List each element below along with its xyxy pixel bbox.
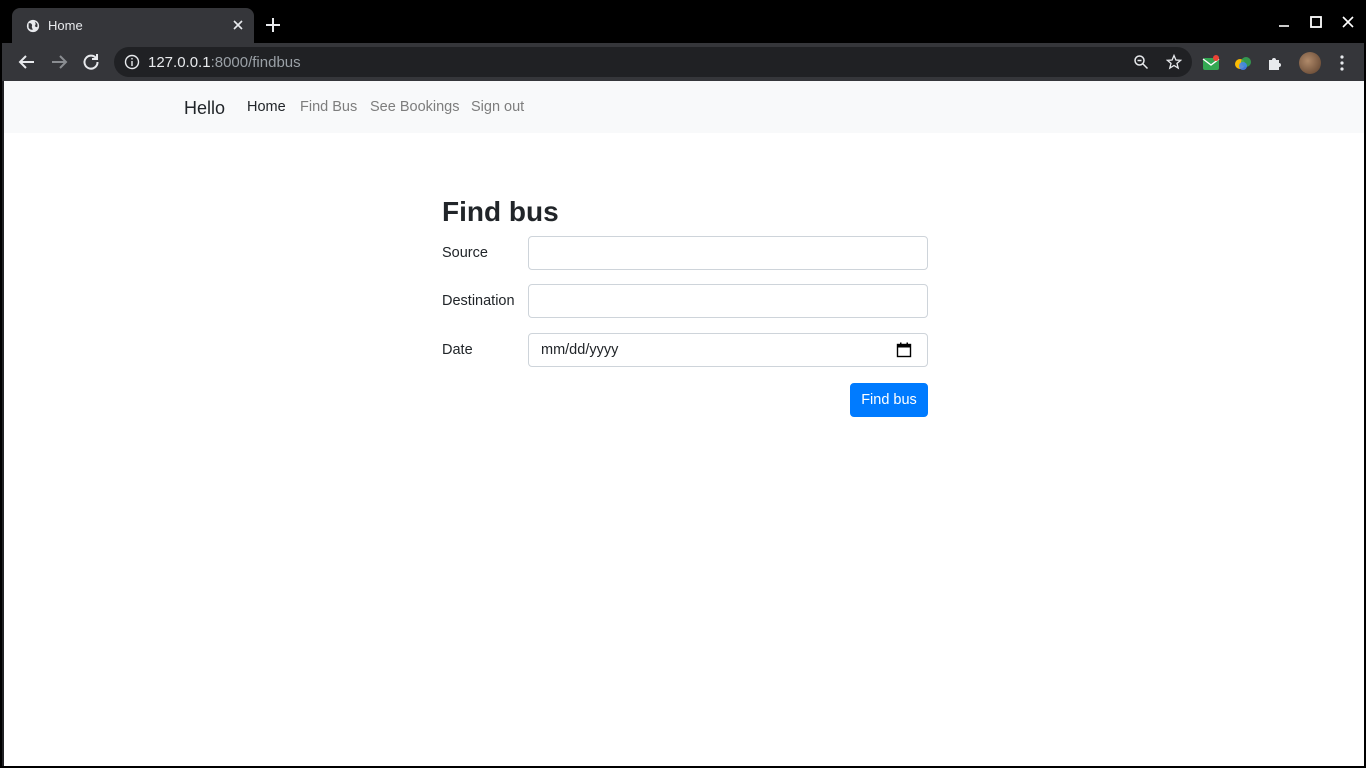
browser-tab[interactable]: Home xyxy=(12,8,254,44)
destination-label: Destination xyxy=(442,293,515,309)
maximize-icon[interactable] xyxy=(1308,14,1324,30)
back-arrow-icon[interactable] xyxy=(18,53,36,71)
close-tab-icon[interactable] xyxy=(230,17,246,33)
address-bar[interactable]: 127.0.0.1:8000/findbus xyxy=(114,47,1192,77)
close-window-icon[interactable] xyxy=(1340,14,1356,30)
profile-avatar[interactable] xyxy=(1299,52,1321,74)
browser-toolbar: 127.0.0.1:8000/findbus xyxy=(2,43,1364,81)
nav-link-sign-out[interactable]: Sign out xyxy=(471,99,524,115)
tab-title: Home xyxy=(48,18,83,33)
globe-icon xyxy=(26,19,40,33)
date-placeholder: mm/dd/yyyy xyxy=(541,342,619,358)
site-navbar: Hello Home Find Bus See Bookings Sign ou… xyxy=(4,81,1364,133)
extension-color-icon[interactable] xyxy=(1234,54,1252,72)
url-text: 127.0.0.1:8000/findbus xyxy=(148,54,301,71)
extension-mail-icon[interactable] xyxy=(1202,54,1220,72)
extensions-puzzle-icon[interactable] xyxy=(1266,54,1284,72)
nav-link-home[interactable]: Home xyxy=(247,99,286,115)
minimize-icon[interactable] xyxy=(1276,14,1292,30)
reload-icon[interactable] xyxy=(82,53,100,71)
site-info-icon[interactable] xyxy=(124,54,140,70)
url-host: 127.0.0.1 xyxy=(148,54,211,71)
forward-arrow-icon[interactable] xyxy=(50,53,68,71)
zoom-icon[interactable] xyxy=(1133,54,1149,70)
bookmark-star-icon[interactable] xyxy=(1166,54,1182,70)
find-bus-button[interactable]: Find bus xyxy=(850,383,928,417)
page-viewport: Hello Home Find Bus See Bookings Sign ou… xyxy=(4,81,1364,766)
calendar-icon[interactable] xyxy=(896,342,912,358)
destination-input[interactable] xyxy=(528,284,928,318)
source-input[interactable] xyxy=(528,236,928,270)
menu-dots-icon[interactable] xyxy=(1333,54,1351,72)
nav-link-see-bookings[interactable]: See Bookings xyxy=(370,99,459,115)
page-title: Find bus xyxy=(442,196,559,227)
date-input[interactable]: mm/dd/yyyy xyxy=(528,333,928,367)
date-label: Date xyxy=(442,342,473,358)
source-label: Source xyxy=(442,245,488,261)
tab-strip: Home xyxy=(2,2,1364,44)
nav-link-find-bus[interactable]: Find Bus xyxy=(300,99,357,115)
browser-window: Home 127.0.0.1:8000/findbus Hello Home F… xyxy=(0,0,1366,768)
new-tab-icon[interactable] xyxy=(264,16,282,34)
url-path: :8000/findbus xyxy=(210,54,301,71)
navbar-brand[interactable]: Hello xyxy=(184,98,225,119)
